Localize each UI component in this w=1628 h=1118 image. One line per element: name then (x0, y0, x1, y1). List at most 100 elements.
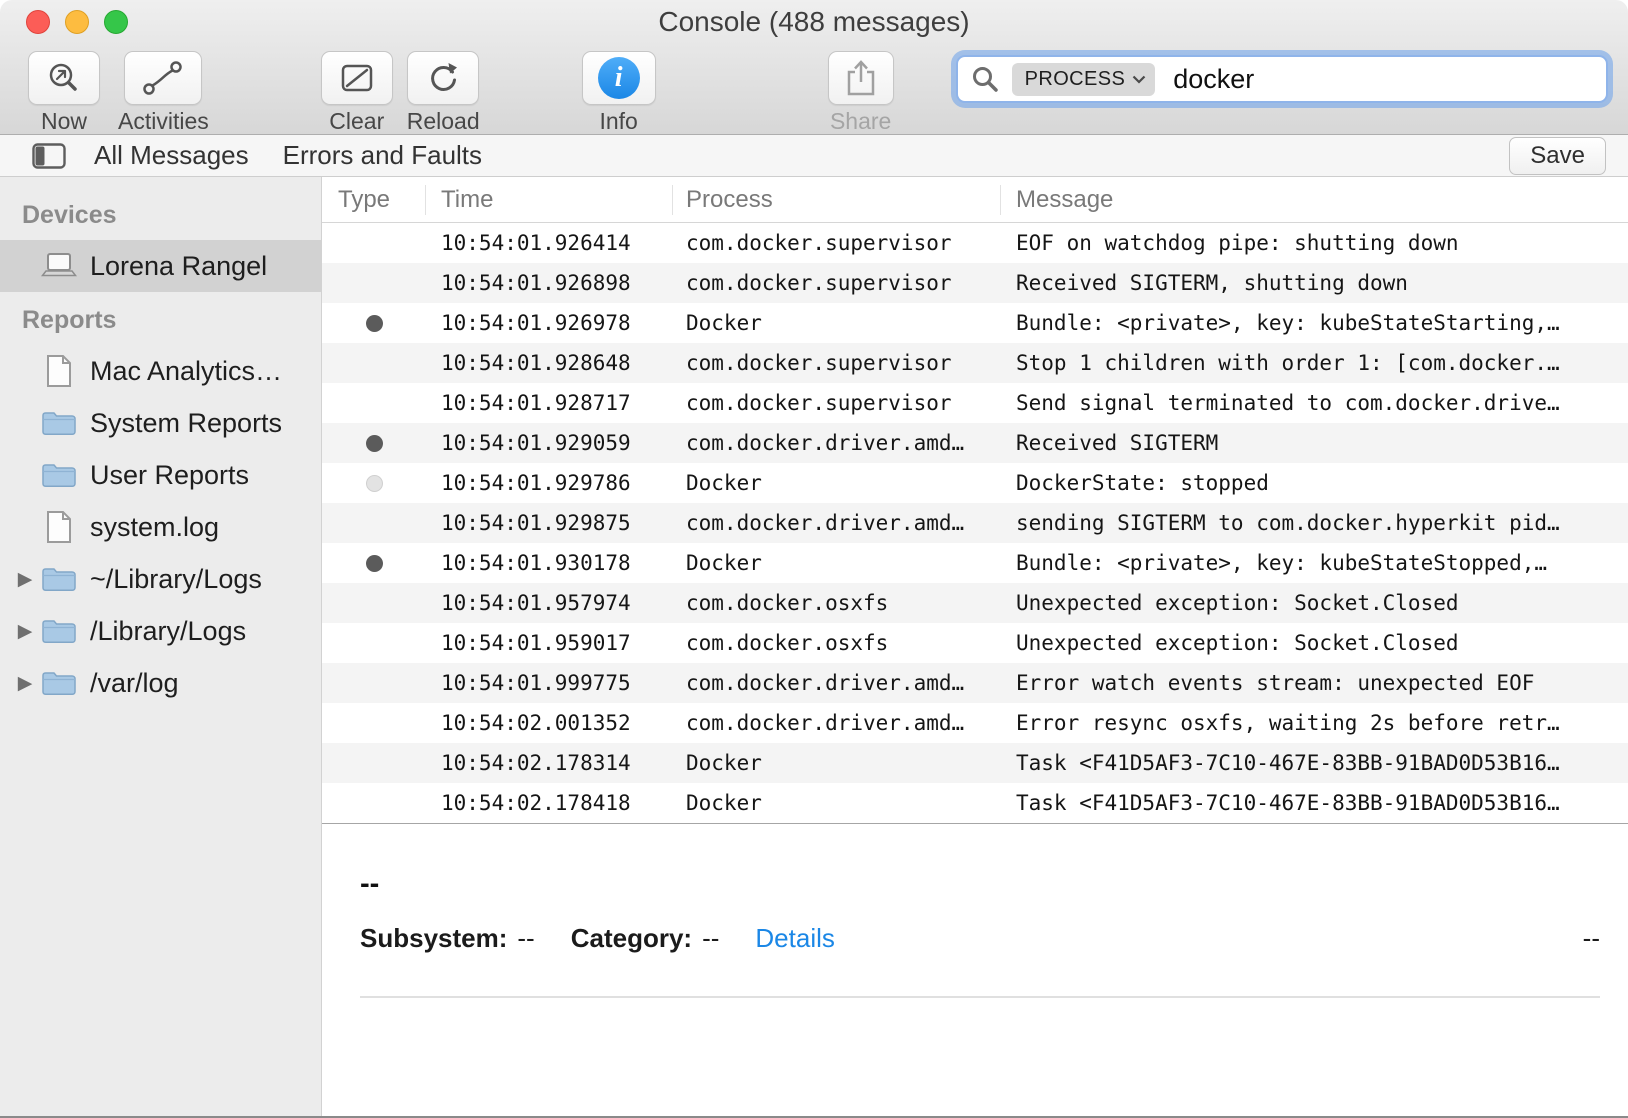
log-process-cell: Docker (673, 471, 1001, 495)
sidebar-item[interactable]: ▶ Mac Analytics… (0, 345, 321, 397)
log-message-cell: Received SIGTERM (1001, 431, 1628, 455)
log-row[interactable]: 10:54:01.929875 com.docker.driver.amd… s… (322, 503, 1628, 543)
reload-icon (423, 59, 463, 97)
log-row[interactable]: 10:54:02.178418 Docker Task <F41D5AF3-7C… (322, 783, 1628, 823)
sidebar-item-label: Mac Analytics… (90, 356, 282, 387)
document-icon (45, 354, 73, 388)
log-process-cell: com.docker.supervisor (673, 231, 1001, 255)
disclosure-triangle-icon[interactable]: ▶ (12, 568, 38, 591)
log-message-cell: Task <F41D5AF3-7C10-467E-83BB-91BAD0D53B… (1001, 751, 1628, 775)
folder-icon (41, 461, 77, 489)
log-type-cell (322, 555, 426, 572)
type-dot-icon (366, 315, 383, 332)
activities-label: Activities (118, 108, 209, 135)
log-time-cell: 10:54:02.178314 (426, 751, 673, 775)
log-process-cell: com.docker.driver.amd… (673, 511, 1001, 535)
console-window: Console (488 messages) Now (0, 0, 1628, 1118)
details-link[interactable]: Details (755, 923, 834, 954)
type-dot-icon (366, 555, 383, 572)
disclosure-triangle-icon[interactable]: ▶ (12, 672, 38, 695)
log-type-cell (322, 275, 426, 292)
log-row[interactable]: 10:54:01.929059 com.docker.driver.amd… R… (322, 423, 1628, 463)
now-button[interactable]: Now (28, 51, 100, 135)
log-message-cell: Bundle: <private>, key: kubeStateStopped… (1001, 551, 1628, 575)
sidebar: Devices ▶ Lorena Rangel Reports ▶ (0, 177, 322, 1116)
sidebar-item-label: User Reports (90, 460, 249, 491)
log-time-cell: 10:54:01.930178 (426, 551, 673, 575)
log-row[interactable]: 10:54:01.928648 com.docker.supervisor St… (322, 343, 1628, 383)
clear-button[interactable]: Clear (321, 51, 393, 135)
tab-all-messages[interactable]: All Messages (94, 140, 249, 171)
log-row[interactable]: 10:54:01.929786 Docker DockerState: stop… (322, 463, 1628, 503)
sidebar-item[interactable]: ▶ /Library/Logs (0, 605, 321, 657)
column-header-time[interactable]: Time (426, 185, 673, 215)
sidebar-item-label: system.log (90, 512, 219, 543)
sidebar-item[interactable]: ▶ System Reports (0, 397, 321, 449)
column-header-process[interactable]: Process (673, 185, 1001, 215)
activities-icon (140, 59, 186, 97)
log-type-cell (322, 435, 426, 452)
reload-button[interactable]: Reload (407, 51, 480, 135)
disclosure-triangle-icon[interactable]: ▶ (12, 620, 38, 643)
log-row[interactable]: 10:54:01.926414 com.docker.supervisor EO… (322, 223, 1628, 263)
search-filter-token[interactable]: PROCESS (1012, 63, 1156, 96)
log-type-cell (322, 395, 426, 412)
sidebar-section: Reports ▶ Mac Analytics… ▶ (0, 292, 321, 709)
search-input[interactable] (1171, 63, 1594, 96)
share-label: Share (830, 108, 891, 135)
sidebar-item[interactable]: ▶ User Reports (0, 449, 321, 501)
log-row[interactable]: 10:54:01.957974 com.docker.osxfs Unexpec… (322, 583, 1628, 623)
log-type-cell (322, 355, 426, 372)
search-area: PROCESS (956, 55, 1608, 103)
log-row[interactable]: 10:54:01.999775 com.docker.driver.amd… E… (322, 663, 1628, 703)
log-message-cell: Stop 1 children with order 1: [com.docke… (1001, 351, 1628, 375)
log-type-cell (322, 675, 426, 692)
main-pane: Type Time Process Message 10:54:01.92641… (322, 177, 1628, 1116)
info-button[interactable]: i Info (582, 51, 656, 135)
sidebar-item-label: /Library/Logs (90, 616, 246, 647)
sidebar-item[interactable]: ▶ ~/Library/Logs (0, 553, 321, 605)
log-message-cell: Unexpected exception: Socket.Closed (1001, 631, 1628, 655)
log-row[interactable]: 10:54:01.926978 Docker Bundle: <private>… (322, 303, 1628, 343)
log-time-cell: 10:54:01.928717 (426, 391, 673, 415)
column-header-type[interactable]: Type (322, 185, 426, 215)
sidebar-toggle-icon[interactable] (32, 143, 66, 169)
filter-bar: All Messages Errors and Faults Save (0, 135, 1628, 177)
log-message-cell: sending SIGTERM to com.docker.hyperkit p… (1001, 511, 1628, 535)
log-process-cell: Docker (673, 311, 1001, 335)
type-dot-icon (366, 755, 383, 772)
info-icon: i (598, 57, 640, 99)
log-row[interactable]: 10:54:02.001352 com.docker.driver.amd… E… (322, 703, 1628, 743)
category-value: -- (702, 923, 719, 954)
share-button[interactable]: Share (828, 51, 894, 135)
sidebar-item[interactable]: ▶ /var/log (0, 657, 321, 709)
sidebar-item[interactable]: ▶ system.log (0, 501, 321, 553)
search-field[interactable]: PROCESS (956, 55, 1608, 103)
reload-label: Reload (407, 108, 480, 135)
log-row[interactable]: 10:54:02.178314 Docker Task <F41D5AF3-7C… (322, 743, 1628, 783)
log-row[interactable]: 10:54:01.959017 com.docker.osxfs Unexpec… (322, 623, 1628, 663)
sidebar-item-label: System Reports (90, 408, 282, 439)
log-row[interactable]: 10:54:01.926898 com.docker.supervisor Re… (322, 263, 1628, 303)
log-process-cell: com.docker.supervisor (673, 351, 1001, 375)
sidebar-item-label: ~/Library/Logs (90, 564, 262, 595)
log-row[interactable]: 10:54:01.928717 com.docker.supervisor Se… (322, 383, 1628, 423)
log-type-cell (322, 635, 426, 652)
save-button[interactable]: Save (1509, 137, 1606, 175)
subsystem-value: -- (517, 923, 534, 954)
tab-errors-and-faults[interactable]: Errors and Faults (283, 140, 482, 171)
column-header-message[interactable]: Message (1001, 185, 1628, 215)
sidebar-item-label: Lorena Rangel (90, 251, 267, 282)
log-process-cell: Docker (673, 551, 1001, 575)
log-time-cell: 10:54:01.926978 (426, 311, 673, 335)
window-chrome: Console (488 messages) Now (0, 0, 1628, 135)
subsystem-label: Subsystem: (360, 923, 507, 954)
titlebar[interactable]: Console (488 messages) (0, 0, 1628, 44)
log-type-cell (322, 515, 426, 532)
activities-button[interactable]: Activities (118, 51, 209, 135)
folder-icon (41, 617, 77, 645)
log-row[interactable]: 10:54:01.930178 Docker Bundle: <private>… (322, 543, 1628, 583)
type-dot-icon (366, 595, 383, 612)
sidebar-item[interactable]: ▶ Lorena Rangel (0, 240, 321, 292)
type-dot-icon (366, 475, 383, 492)
